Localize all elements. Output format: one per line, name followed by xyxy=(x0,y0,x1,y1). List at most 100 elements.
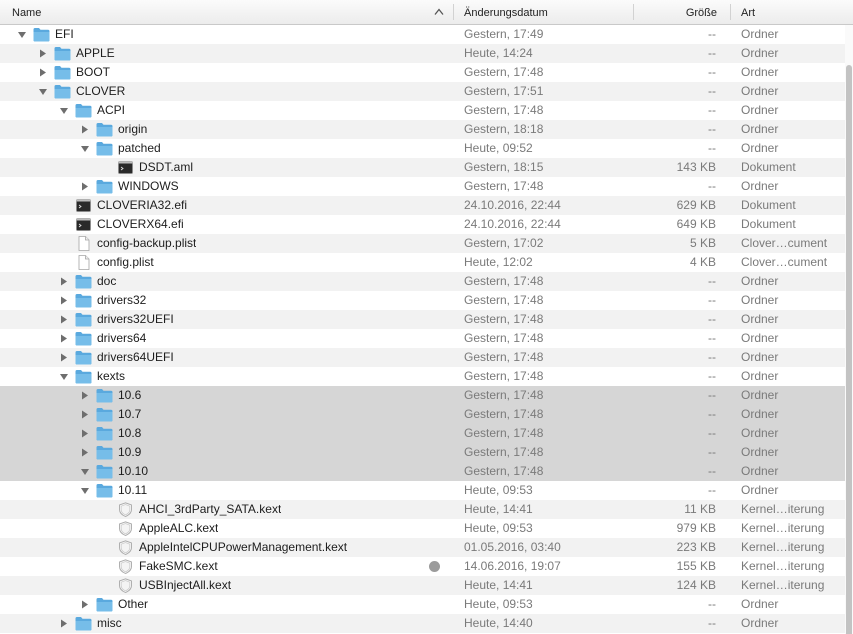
column-divider[interactable] xyxy=(730,4,731,20)
disclosure-expanded-icon[interactable] xyxy=(79,462,91,481)
folder-row[interactable]: APPLE Heute, 14:24 -- Ordner xyxy=(0,44,845,63)
disclosure-expanded-icon[interactable] xyxy=(79,481,91,500)
folder-row[interactable]: 10.6 Gestern, 17:48 -- Ordner xyxy=(0,386,845,405)
folder-icon xyxy=(33,27,50,42)
file-row[interactable]: CLOVERX64.efi 24.10.2016, 22:44 649 KB Doku… xyxy=(0,215,845,234)
disclosure-collapsed-icon[interactable] xyxy=(79,120,91,139)
item-kind: Ordner xyxy=(741,312,779,326)
folder-row[interactable]: WINDOWS Gestern, 17:48 -- Ordner xyxy=(0,177,845,196)
kext-shield-icon xyxy=(117,521,134,536)
item-size: 5 KB xyxy=(689,236,716,250)
disclosure-collapsed-icon[interactable] xyxy=(79,424,91,443)
disclosure-collapsed-icon[interactable] xyxy=(79,595,91,614)
folder-row[interactable]: doc Gestern, 17:48 -- Ordner xyxy=(0,272,845,291)
plain-document-icon xyxy=(75,255,92,270)
folder-icon xyxy=(54,46,71,61)
disclosure-collapsed-icon[interactable] xyxy=(58,310,70,329)
item-kind: Ordner xyxy=(741,616,779,630)
disclosure-collapsed-icon[interactable] xyxy=(58,348,70,367)
file-row[interactable]: AppleIntelCPUPowerManagement.kext 01.05.2… xyxy=(0,538,845,557)
folder-row[interactable]: origin Gestern, 18:18 -- Ordner xyxy=(0,120,845,139)
folder-row[interactable]: 10.7 Gestern, 17:48 -- Ordner xyxy=(0,405,845,424)
item-size: -- xyxy=(708,293,716,307)
item-size: -- xyxy=(708,46,716,60)
file-row[interactable]: AHCI_3rdParty_SATA.kext Heute, 14:41 11 KB… xyxy=(0,500,845,519)
item-date: 01.05.2016, 03:40 xyxy=(464,540,561,554)
file-row[interactable]: USBInjectAll.kext Heute, 14:41 124 KB Kerne… xyxy=(0,576,845,595)
item-date: 14.06.2016, 19:07 xyxy=(464,559,561,573)
item-kind: Ordner xyxy=(741,407,779,421)
disclosure-expanded-icon[interactable] xyxy=(16,25,28,44)
folder-row[interactable]: Other Heute, 09:53 -- Ordner xyxy=(0,595,845,614)
item-kind: Kernel…iterung xyxy=(741,559,825,573)
column-divider[interactable] xyxy=(453,4,454,20)
column-header-name[interactable]: Name xyxy=(12,0,432,24)
folder-icon xyxy=(96,141,113,156)
disclosure-collapsed-icon[interactable] xyxy=(58,291,70,310)
folder-row[interactable]: CLOVER Gestern, 17:51 -- Ordner xyxy=(0,82,845,101)
kext-shield-icon xyxy=(117,578,134,593)
disclosure-collapsed-icon[interactable] xyxy=(79,443,91,462)
file-list: EFI Gestern, 17:49 -- Ordner APPLE Heute, 14:… xyxy=(0,25,845,633)
folder-row[interactable]: patched Heute, 09:52 -- Ordner xyxy=(0,139,845,158)
item-name: USBInjectAll.kext xyxy=(139,578,232,592)
disclosure-expanded-icon[interactable] xyxy=(37,82,49,101)
folder-row[interactable]: ACPI Gestern, 17:48 -- Ordner xyxy=(0,101,845,120)
folder-row[interactable]: 10.11 Heute, 09:53 -- Ordner xyxy=(0,481,845,500)
item-size: -- xyxy=(708,122,716,136)
item-name: drivers32 xyxy=(97,293,147,307)
sort-ascending-icon[interactable] xyxy=(434,8,444,16)
file-row[interactable]: AppleALC.kext Heute, 09:53 979 KB Kernel…it… xyxy=(0,519,845,538)
column-header-kind[interactable]: Art xyxy=(741,0,841,24)
item-kind: Ordner xyxy=(741,65,779,79)
item-size: -- xyxy=(708,274,716,288)
item-size: -- xyxy=(708,426,716,440)
disclosure-collapsed-icon[interactable] xyxy=(58,329,70,348)
file-row[interactable]: config-backup.plist Gestern, 17:02 5 KB Clo… xyxy=(0,234,845,253)
column-header-size[interactable]: Größe xyxy=(640,0,717,24)
disclosure-collapsed-icon[interactable] xyxy=(37,44,49,63)
scrollbar-thumb[interactable] xyxy=(846,65,852,634)
item-kind: Ordner xyxy=(741,483,779,497)
disclosure-collapsed-icon[interactable] xyxy=(58,614,70,633)
folder-icon xyxy=(96,445,113,460)
folder-row[interactable]: 10.10 Gestern, 17:48 -- Ordner xyxy=(0,462,845,481)
file-row[interactable]: DSDT.aml Gestern, 18:15 143 KB Dokument xyxy=(0,158,845,177)
item-size: 629 KB xyxy=(676,198,716,212)
folder-row[interactable]: misc Heute, 14:40 -- Ordner xyxy=(0,614,845,633)
file-row[interactable]: FakeSMC.kext 14.06.2016, 19:07 155 KB Kerne… xyxy=(0,557,845,576)
item-name: misc xyxy=(97,616,122,630)
folder-icon xyxy=(75,274,92,289)
disclosure-collapsed-icon[interactable] xyxy=(79,386,91,405)
disclosure-expanded-icon[interactable] xyxy=(58,101,70,120)
disclosure-collapsed-icon[interactable] xyxy=(79,405,91,424)
kext-shield-icon xyxy=(117,502,134,517)
folder-row[interactable]: BOOT Gestern, 17:48 -- Ordner xyxy=(0,63,845,82)
file-row[interactable]: CLOVERIA32.efi 24.10.2016, 22:44 629 KB Dok… xyxy=(0,196,845,215)
item-date: Gestern, 17:48 xyxy=(464,331,544,345)
folder-row[interactable]: 10.9 Gestern, 17:48 -- Ordner xyxy=(0,443,845,462)
item-size: -- xyxy=(708,331,716,345)
folder-row[interactable]: drivers64 Gestern, 17:48 -- Ordner xyxy=(0,329,845,348)
folder-row[interactable]: kexts Gestern, 17:48 -- Ordner xyxy=(0,367,845,386)
column-header-date[interactable]: Änderungsdatum xyxy=(464,0,624,24)
item-size: -- xyxy=(708,464,716,478)
column-divider[interactable] xyxy=(633,4,634,20)
item-size: -- xyxy=(708,141,716,155)
folder-row[interactable]: drivers64UEFI Gestern, 17:48 -- Ordner xyxy=(0,348,845,367)
folder-row[interactable]: EFI Gestern, 17:49 -- Ordner xyxy=(0,25,845,44)
item-name: 10.7 xyxy=(118,407,142,421)
folder-row[interactable]: drivers32 Gestern, 17:48 -- Ordner xyxy=(0,291,845,310)
folder-row[interactable]: 10.8 Gestern, 17:48 -- Ordner xyxy=(0,424,845,443)
folder-row[interactable]: drivers32UEFI Gestern, 17:48 -- Ordner xyxy=(0,310,845,329)
file-row[interactable]: config.plist Heute, 12:02 4 KB Clover…cumen… xyxy=(0,253,845,272)
folder-icon xyxy=(96,464,113,479)
item-kind: Ordner xyxy=(741,597,779,611)
folder-icon xyxy=(75,350,92,365)
disclosure-expanded-icon[interactable] xyxy=(79,139,91,158)
disclosure-collapsed-icon[interactable] xyxy=(79,177,91,196)
vertical-scrollbar[interactable] xyxy=(845,25,853,634)
disclosure-collapsed-icon[interactable] xyxy=(58,272,70,291)
disclosure-expanded-icon[interactable] xyxy=(58,367,70,386)
disclosure-collapsed-icon[interactable] xyxy=(37,63,49,82)
